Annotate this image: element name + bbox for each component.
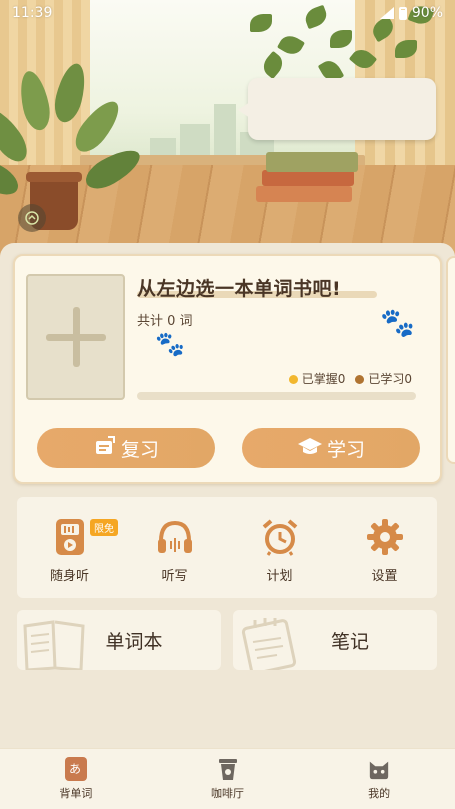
tool-label: 设置 xyxy=(371,569,398,584)
mastered-dot xyxy=(288,375,298,384)
nav-label: 背单词 xyxy=(59,787,93,800)
wordbook-card[interactable]: 单词本 xyxy=(17,610,221,670)
hero-illustration xyxy=(0,0,455,262)
headphones-icon xyxy=(155,517,195,557)
review-label: 复习 xyxy=(120,438,159,461)
status-bar: 11:39 90% xyxy=(0,0,455,26)
tool-label: 随身听 xyxy=(49,569,89,584)
gear-icon xyxy=(365,517,405,557)
nav-label: 我的 xyxy=(368,787,391,800)
signal-icon xyxy=(379,7,394,19)
graduation-cap-icon xyxy=(297,435,323,462)
nav-vocab[interactable]: あ 背单词 xyxy=(0,749,152,809)
notes-card[interactable]: 笔记 xyxy=(233,610,437,670)
speech-bubble xyxy=(238,78,436,140)
nav-label: 咖啡厅 xyxy=(211,787,244,800)
mastered-label: 已掌握0 xyxy=(301,372,346,386)
learned-label: 已学习0 xyxy=(368,372,412,386)
battery-icon xyxy=(398,6,407,20)
open-book-icon xyxy=(23,620,85,670)
notepad-icon xyxy=(241,618,297,670)
book-title: 从左边选一本单词书吧! xyxy=(137,278,342,300)
tools-row: 限免 随身听 听写 计划 设置 xyxy=(17,497,437,598)
plus-icon xyxy=(45,307,106,367)
progress-bar xyxy=(137,392,416,400)
review-button[interactable]: 复习 xyxy=(37,428,215,468)
coffee-cup-icon xyxy=(217,757,239,781)
study-label: 学习 xyxy=(326,438,365,461)
battery-level: 90% xyxy=(411,5,443,21)
tool-walkman[interactable]: 限免 随身听 xyxy=(17,497,122,598)
tool-label: 听写 xyxy=(161,569,188,584)
study-button[interactable]: 学习 xyxy=(242,428,420,468)
wordbook-label: 单词本 xyxy=(105,630,163,653)
status-time: 11:39 xyxy=(12,5,53,21)
alarm-clock-icon xyxy=(260,517,300,557)
svg-text:あ: あ xyxy=(69,762,81,776)
tool-dictation[interactable]: 听写 xyxy=(122,497,227,598)
tool-plan[interactable]: 计划 xyxy=(227,497,332,598)
current-book-card: 🐾 🐾 从左边选一本单词书吧! 共计 0 词 已掌握0 已学习0 复习 学习 xyxy=(13,254,442,484)
learned-dot xyxy=(355,375,365,384)
next-book-card-peek[interactable] xyxy=(446,256,455,464)
paw-print-icon: 🐾 xyxy=(155,330,185,358)
nav-mine[interactable]: 我的 xyxy=(303,749,455,809)
paw-print-icon: 🐾 xyxy=(380,306,415,339)
add-book-button[interactable] xyxy=(26,274,125,400)
notes-label: 笔记 xyxy=(330,630,369,653)
bottom-navigation: あ 背单词 咖啡厅 我的 xyxy=(0,748,455,809)
walkman-icon xyxy=(50,517,90,557)
leaf-badge-icon[interactable] xyxy=(18,204,46,232)
tool-label: 计划 xyxy=(266,569,293,584)
tool-settings[interactable]: 设置 xyxy=(332,497,437,598)
limited-free-badge: 限免 xyxy=(90,519,118,536)
cat-icon xyxy=(368,757,390,781)
word-count: 共计 0 词 xyxy=(137,314,193,329)
review-icon xyxy=(93,435,117,462)
progress-legend: 已掌握0 已学习0 xyxy=(288,370,412,387)
vocab-icon: あ xyxy=(64,757,87,781)
nav-cafe[interactable]: 咖啡厅 xyxy=(152,749,304,809)
